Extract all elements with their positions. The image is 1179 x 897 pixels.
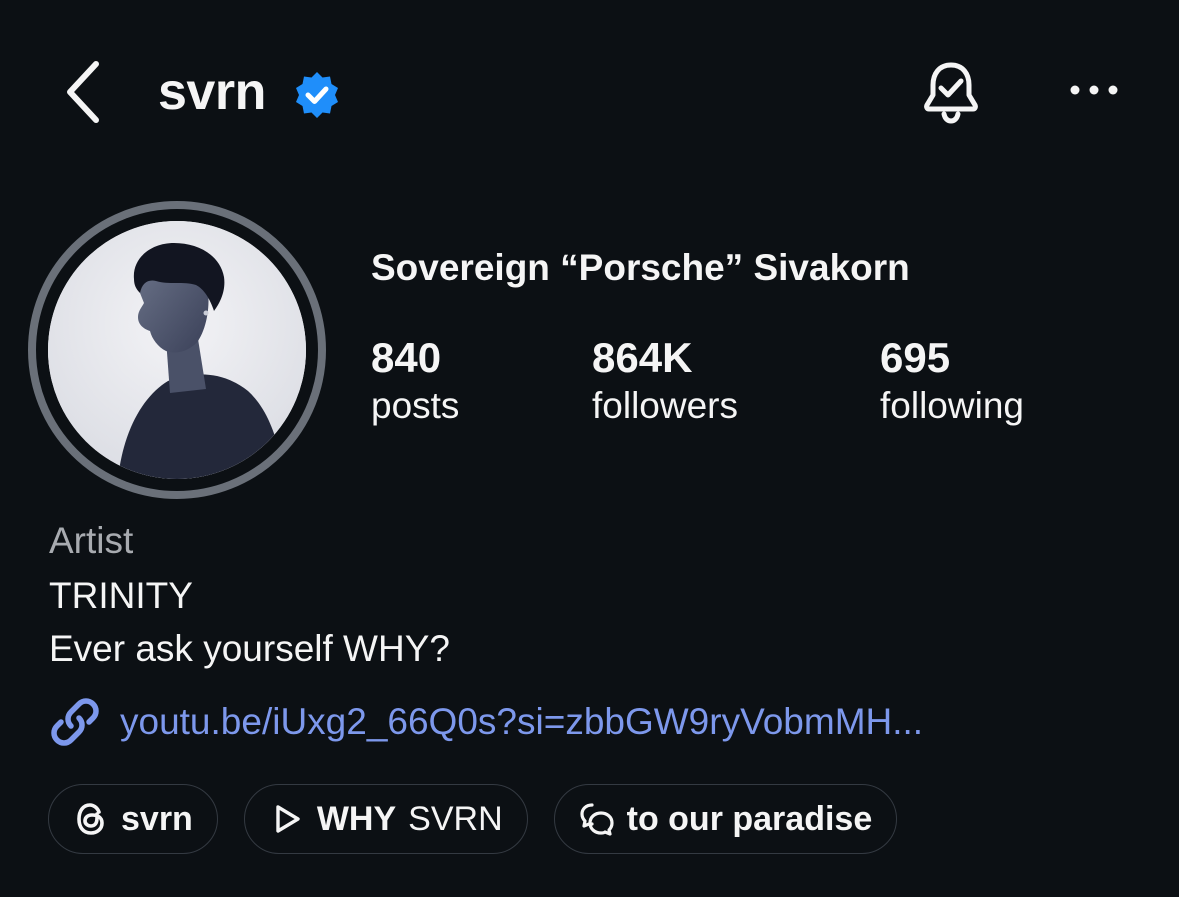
bio-line-2: Ever ask yourself WHY? bbox=[49, 628, 450, 669]
posts-count: 840 bbox=[371, 334, 442, 381]
music-chip-artist: SVRN bbox=[408, 799, 503, 838]
chevron-left-icon bbox=[64, 60, 104, 129]
profile-username: svrn bbox=[158, 63, 266, 121]
verified-badge-icon bbox=[292, 70, 342, 120]
bio-link[interactable]: youtu.be/iUxg2_66Q0s?si=zbbGW9ryVobmMH..… bbox=[48, 695, 923, 749]
following-stat[interactable]: 695 following bbox=[880, 335, 1024, 431]
avatar-story-ring[interactable] bbox=[28, 201, 326, 499]
channel-chip-label: to our paradise bbox=[626, 799, 873, 838]
bell-check-icon bbox=[920, 59, 982, 130]
play-icon bbox=[269, 801, 305, 837]
profile-chips: svrn WHY SVRN to our paradise bbox=[48, 784, 898, 854]
music-chip[interactable]: WHY SVRN bbox=[243, 784, 528, 854]
avatar bbox=[48, 221, 306, 479]
followers-label: followers bbox=[592, 385, 738, 426]
posts-label: posts bbox=[371, 385, 460, 426]
chat-bubbles-icon bbox=[579, 801, 615, 837]
posts-stat[interactable]: 840 posts bbox=[371, 335, 459, 431]
profile-page: svrn Sovereign “Porsche” Sivakorn 840 po… bbox=[0, 0, 1179, 897]
channel-chip[interactable]: to our paradise bbox=[553, 784, 898, 854]
display-name: Sovereign “Porsche” Sivakorn bbox=[371, 247, 910, 288]
bio-link-text: youtu.be/iUxg2_66Q0s?si=zbbGW9ryVobmMH..… bbox=[120, 701, 924, 742]
more-horizontal-icon bbox=[1069, 83, 1119, 101]
more-options-button[interactable] bbox=[1064, 70, 1124, 114]
notifications-button[interactable] bbox=[916, 58, 986, 130]
threads-chip[interactable]: svrn bbox=[48, 784, 218, 854]
link-icon bbox=[48, 695, 102, 749]
following-label: following bbox=[880, 385, 1024, 426]
threads-chip-label: svrn bbox=[121, 799, 193, 838]
followers-stat[interactable]: 864K followers bbox=[592, 335, 738, 431]
back-button[interactable] bbox=[56, 58, 112, 130]
profile-photo bbox=[48, 221, 306, 479]
threads-icon bbox=[73, 801, 109, 837]
following-count: 695 bbox=[880, 334, 951, 381]
followers-count: 864K bbox=[592, 334, 693, 381]
profile-category: Artist bbox=[49, 520, 134, 561]
bio-line-1: TRINITY bbox=[49, 575, 193, 616]
music-chip-title: WHY bbox=[316, 799, 397, 838]
